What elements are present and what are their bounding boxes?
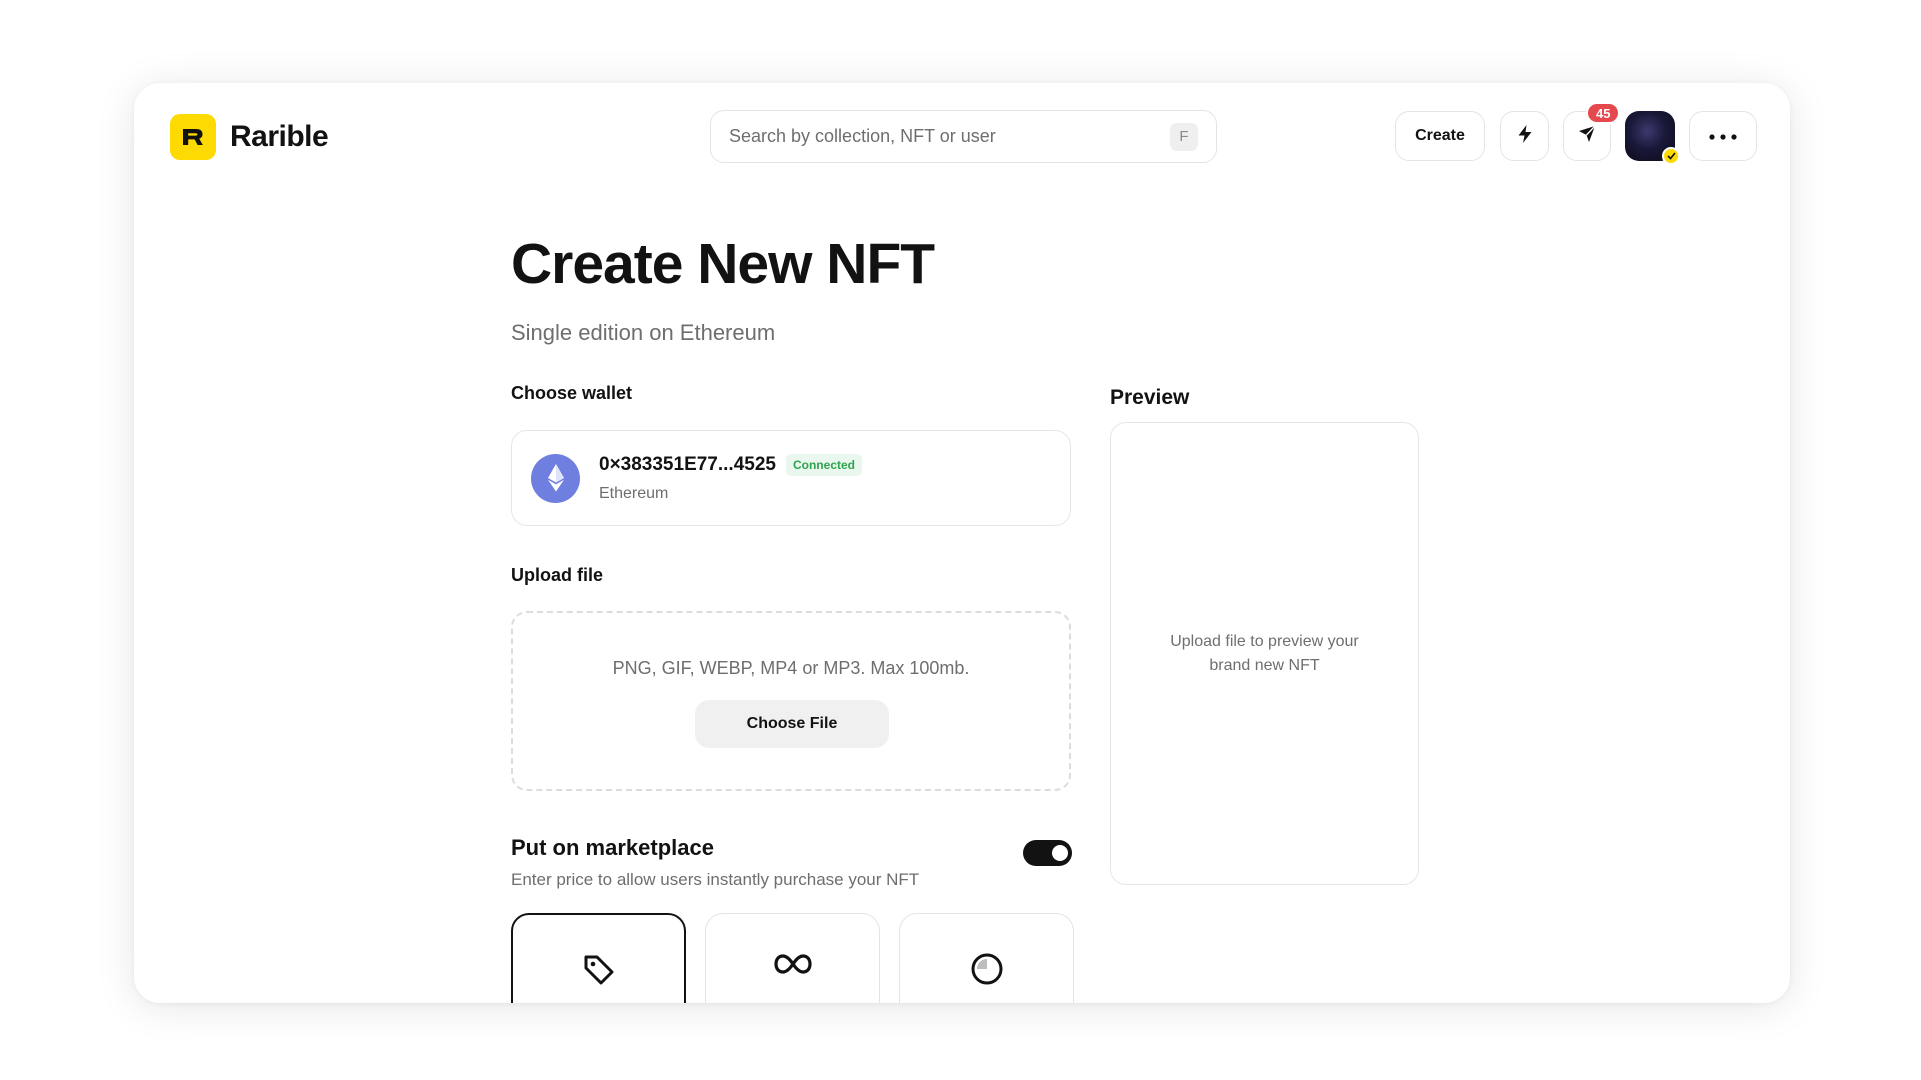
wallet-network: Ethereum — [599, 484, 669, 502]
timed-auction-option[interactable] — [899, 913, 1074, 1003]
search-input[interactable]: Search by collection, NFT or user F — [710, 110, 1217, 163]
page-title: Create New NFT — [511, 232, 935, 296]
avatar[interactable] — [1625, 111, 1680, 165]
lightning-icon — [1516, 124, 1534, 149]
page-subtitle: Single edition on Ethereum — [511, 320, 776, 345]
preview-placeholder: Upload file to preview your brand new NF… — [1170, 632, 1359, 674]
price-tag-icon — [582, 953, 616, 1003]
marketplace-description: Enter price to allow users instantly pur… — [511, 870, 920, 889]
preview-panel: Upload file to preview your brand new NF… — [1110, 422, 1419, 885]
brand-name: Rarible — [230, 120, 329, 153]
more-menu-button[interactable] — [1689, 111, 1757, 161]
fixed-price-option[interactable] — [511, 913, 686, 1003]
infinity-icon — [773, 952, 813, 1003]
status-badge: Connected — [785, 453, 862, 476]
notification-badge: 45 — [1586, 102, 1621, 124]
preview-label: Preview — [1110, 386, 1190, 409]
choose-wallet-label: Choose wallet — [511, 383, 633, 403]
search-placeholder: Search by collection, NFT or user — [729, 126, 996, 146]
activity-button[interactable] — [1500, 111, 1549, 161]
wallet-address: 0×383351E77...4525 — [599, 453, 776, 475]
app-window: Rarible Search by collection, NFT or use… — [134, 83, 1790, 1003]
more-dots-icon — [1708, 127, 1738, 145]
verified-check-icon — [1662, 147, 1680, 165]
ethereum-icon — [531, 453, 580, 503]
marketplace-title: Put on marketplace — [511, 835, 714, 860]
choose-file-button[interactable]: Choose File — [695, 700, 889, 748]
open-bids-option[interactable] — [705, 913, 880, 1003]
upload-file-label: Upload file — [511, 565, 604, 585]
rarible-logo[interactable]: Rarible — [170, 114, 329, 160]
upload-formats-text: PNG, GIF, WEBP, MP4 or MP3. Max 100mb. — [612, 658, 970, 678]
create-button[interactable]: Create — [1395, 111, 1485, 161]
timed-auction-icon — [970, 952, 1004, 1003]
send-icon — [1577, 124, 1597, 149]
wallet-card[interactable]: 0×383351E77...4525 Connected Ethereum — [511, 430, 1071, 526]
rarible-logo-icon — [170, 114, 216, 160]
marketplace-toggle[interactable] — [1023, 840, 1072, 866]
search-shortcut-key: F — [1170, 122, 1198, 151]
file-drop-zone[interactable]: PNG, GIF, WEBP, MP4 or MP3. Max 100mb. C… — [511, 611, 1071, 791]
toggle-knob — [1052, 845, 1068, 861]
